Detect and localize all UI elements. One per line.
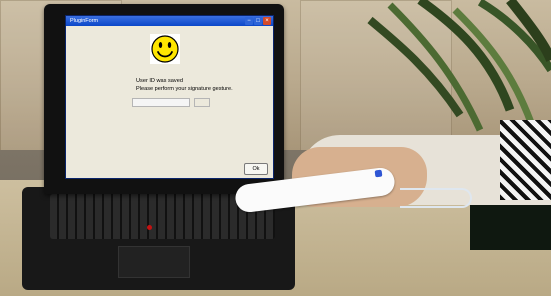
app-window: PluginForm − □ × User ID was saved Pleas…: [65, 15, 274, 179]
remote-button-icon: [374, 169, 383, 178]
gesture-button[interactable]: [194, 98, 210, 107]
close-icon[interactable]: ×: [263, 17, 271, 25]
photo-scene: PluginForm − □ × User ID was saved Pleas…: [0, 0, 551, 296]
window-title: PluginForm: [70, 18, 99, 24]
trackpoint-icon: [147, 225, 152, 230]
maximize-icon[interactable]: □: [254, 17, 262, 25]
gesture-input[interactable]: [132, 98, 190, 107]
patterned-sleeve: [500, 120, 551, 200]
laptop-touchpad: [118, 246, 190, 278]
instruction-message: Please perform your signature gesture.: [136, 86, 233, 92]
remote-wrist-strap: [400, 188, 472, 208]
ok-button[interactable]: Ok: [244, 163, 268, 175]
status-message: User ID was saved: [136, 78, 183, 84]
smiley-face-icon: [150, 34, 180, 64]
window-titlebar: PluginForm − □ ×: [66, 16, 273, 26]
minimize-icon[interactable]: −: [245, 17, 253, 25]
